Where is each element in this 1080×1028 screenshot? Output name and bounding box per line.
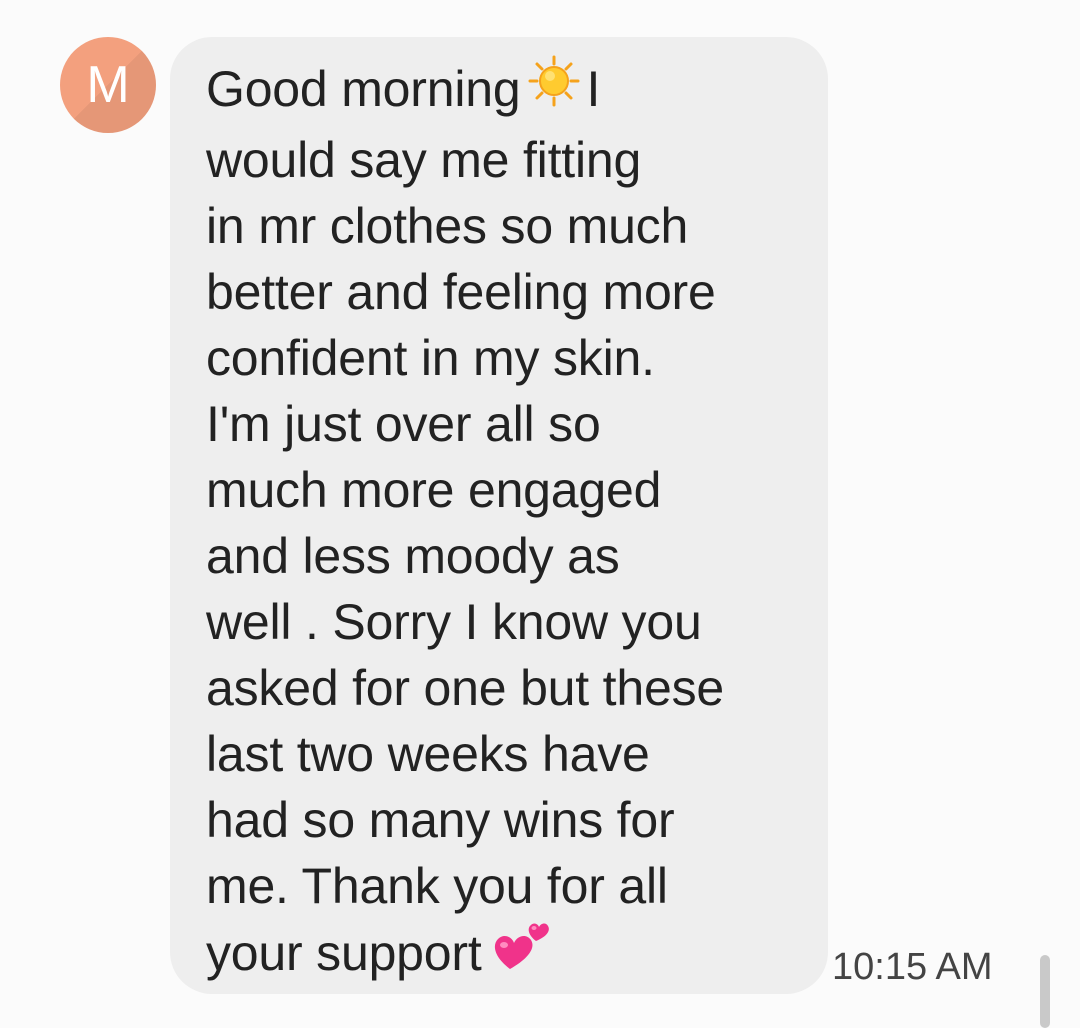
message-line: well . Sorry I know you: [206, 593, 702, 650]
message-line: I'm just over all so: [206, 395, 601, 452]
message-line: better and feeling more: [206, 263, 716, 320]
message-text: Good morning I would say me fitting in m…: [206, 55, 816, 995]
two-hearts-icon: [490, 915, 556, 991]
message-line: and less moody as: [206, 527, 620, 584]
scrollbar[interactable]: [1040, 955, 1050, 1028]
message-line: Good morning I: [206, 55, 816, 127]
avatar-letter: M: [86, 56, 130, 114]
message-line: would say me fitting: [206, 131, 642, 188]
message-line: asked for one but these: [206, 659, 724, 716]
message-line-text: I: [586, 61, 601, 117]
message-timestamp: 10:15 AM: [832, 946, 993, 988]
contact-avatar[interactable]: M: [60, 37, 156, 133]
message-line-text: Good morning: [206, 61, 521, 117]
message-line: last two weeks have: [206, 725, 650, 782]
message-line: in mr clothes so much: [206, 197, 689, 254]
message-line: had so many wins for: [206, 791, 675, 848]
sun-icon: [528, 55, 580, 123]
message-line: much more engaged: [206, 461, 662, 518]
message-line: me. Thank you for all: [206, 857, 668, 914]
message-line: your support: [206, 919, 816, 995]
message-line-text: your support: [206, 925, 482, 981]
message-line: confident in my skin.: [206, 329, 655, 386]
